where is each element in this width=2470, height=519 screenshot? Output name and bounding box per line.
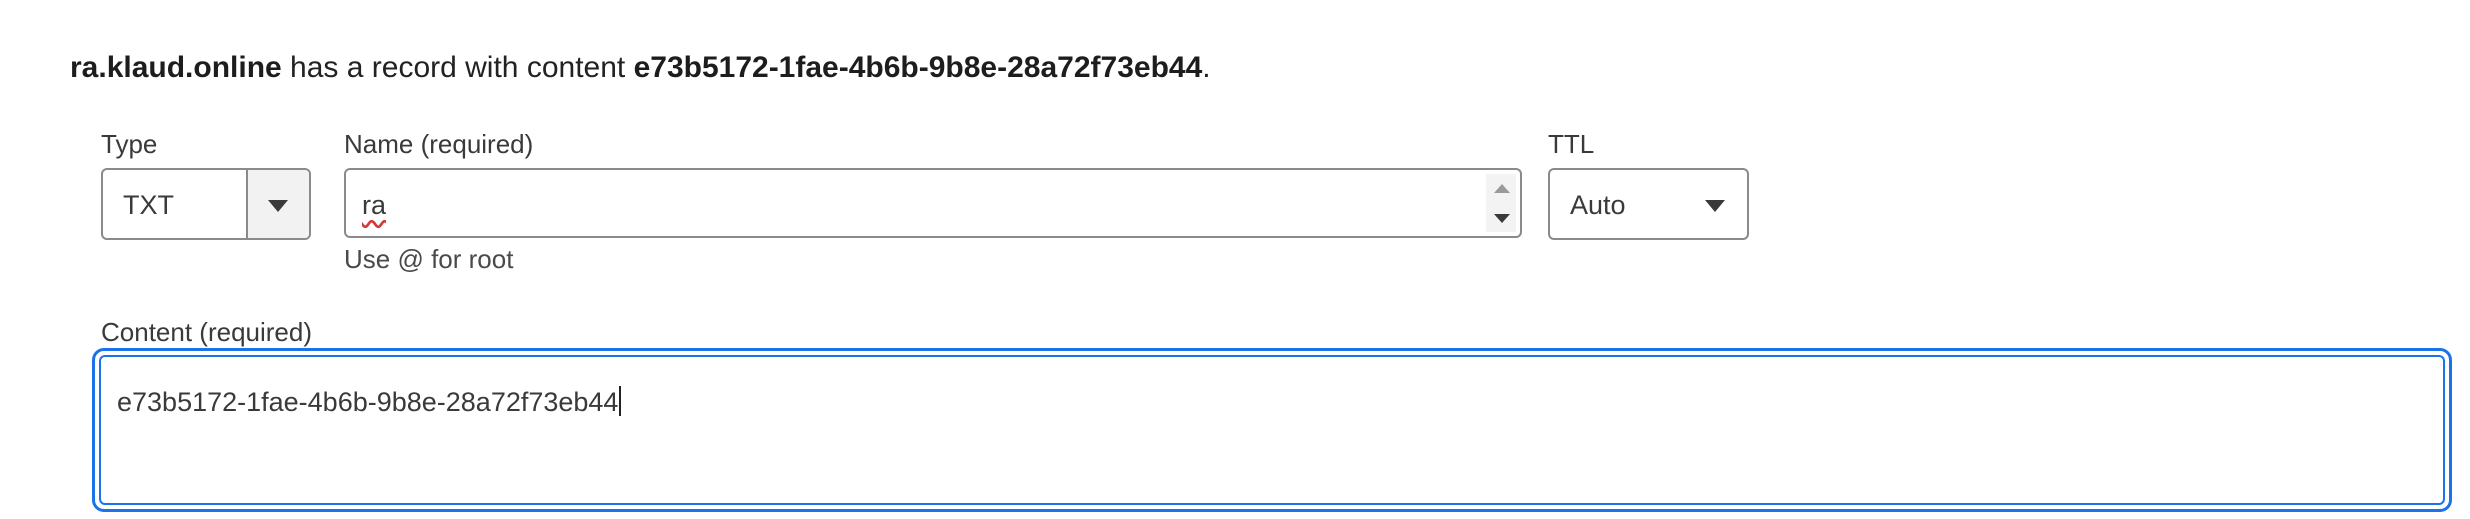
chevron-down-icon (1705, 200, 1725, 212)
name-hint: Use @ for root (344, 244, 514, 274)
spin-down-icon[interactable] (1494, 214, 1510, 223)
content-textarea[interactable]: e73b5172-1fae-4b6b-9b8e-28a72f73eb44 (99, 355, 2445, 505)
content-focus-ring: e73b5172-1fae-4b6b-9b8e-28a72f73eb44 (92, 348, 2452, 512)
type-value: TXT (123, 190, 174, 220)
type-select[interactable]: TXT (101, 168, 311, 240)
spin-up-icon[interactable] (1494, 184, 1510, 193)
summary-end: . (1202, 51, 1211, 84)
chevron-down-icon (268, 200, 288, 212)
content-value: e73b5172-1fae-4b6b-9b8e-28a72f73eb44 (117, 385, 622, 419)
name-label: Name (required) (344, 129, 534, 159)
record-content: e73b5172-1fae-4b6b-9b8e-28a72f73eb44 (633, 51, 1203, 84)
text-cursor (619, 386, 622, 416)
name-spinner[interactable] (1486, 174, 1516, 232)
ttl-value: Auto (1570, 190, 1626, 220)
ttl-select[interactable]: Auto (1548, 168, 1749, 240)
ttl-label: TTL (1548, 129, 1595, 159)
type-dropdown-button[interactable] (246, 170, 309, 238)
content-text: e73b5172-1fae-4b6b-9b8e-28a72f73eb44 (117, 387, 619, 417)
name-value: ra (362, 190, 387, 220)
name-input[interactable]: ra (344, 168, 1522, 238)
record-name: ra.klaud.online (70, 51, 282, 84)
summary-text: has a record with content (281, 51, 634, 84)
content-label: Content (required) (101, 317, 312, 347)
record-summary: ra.klaud.online has a record with conten… (70, 48, 1211, 88)
type-label: Type (101, 129, 158, 159)
